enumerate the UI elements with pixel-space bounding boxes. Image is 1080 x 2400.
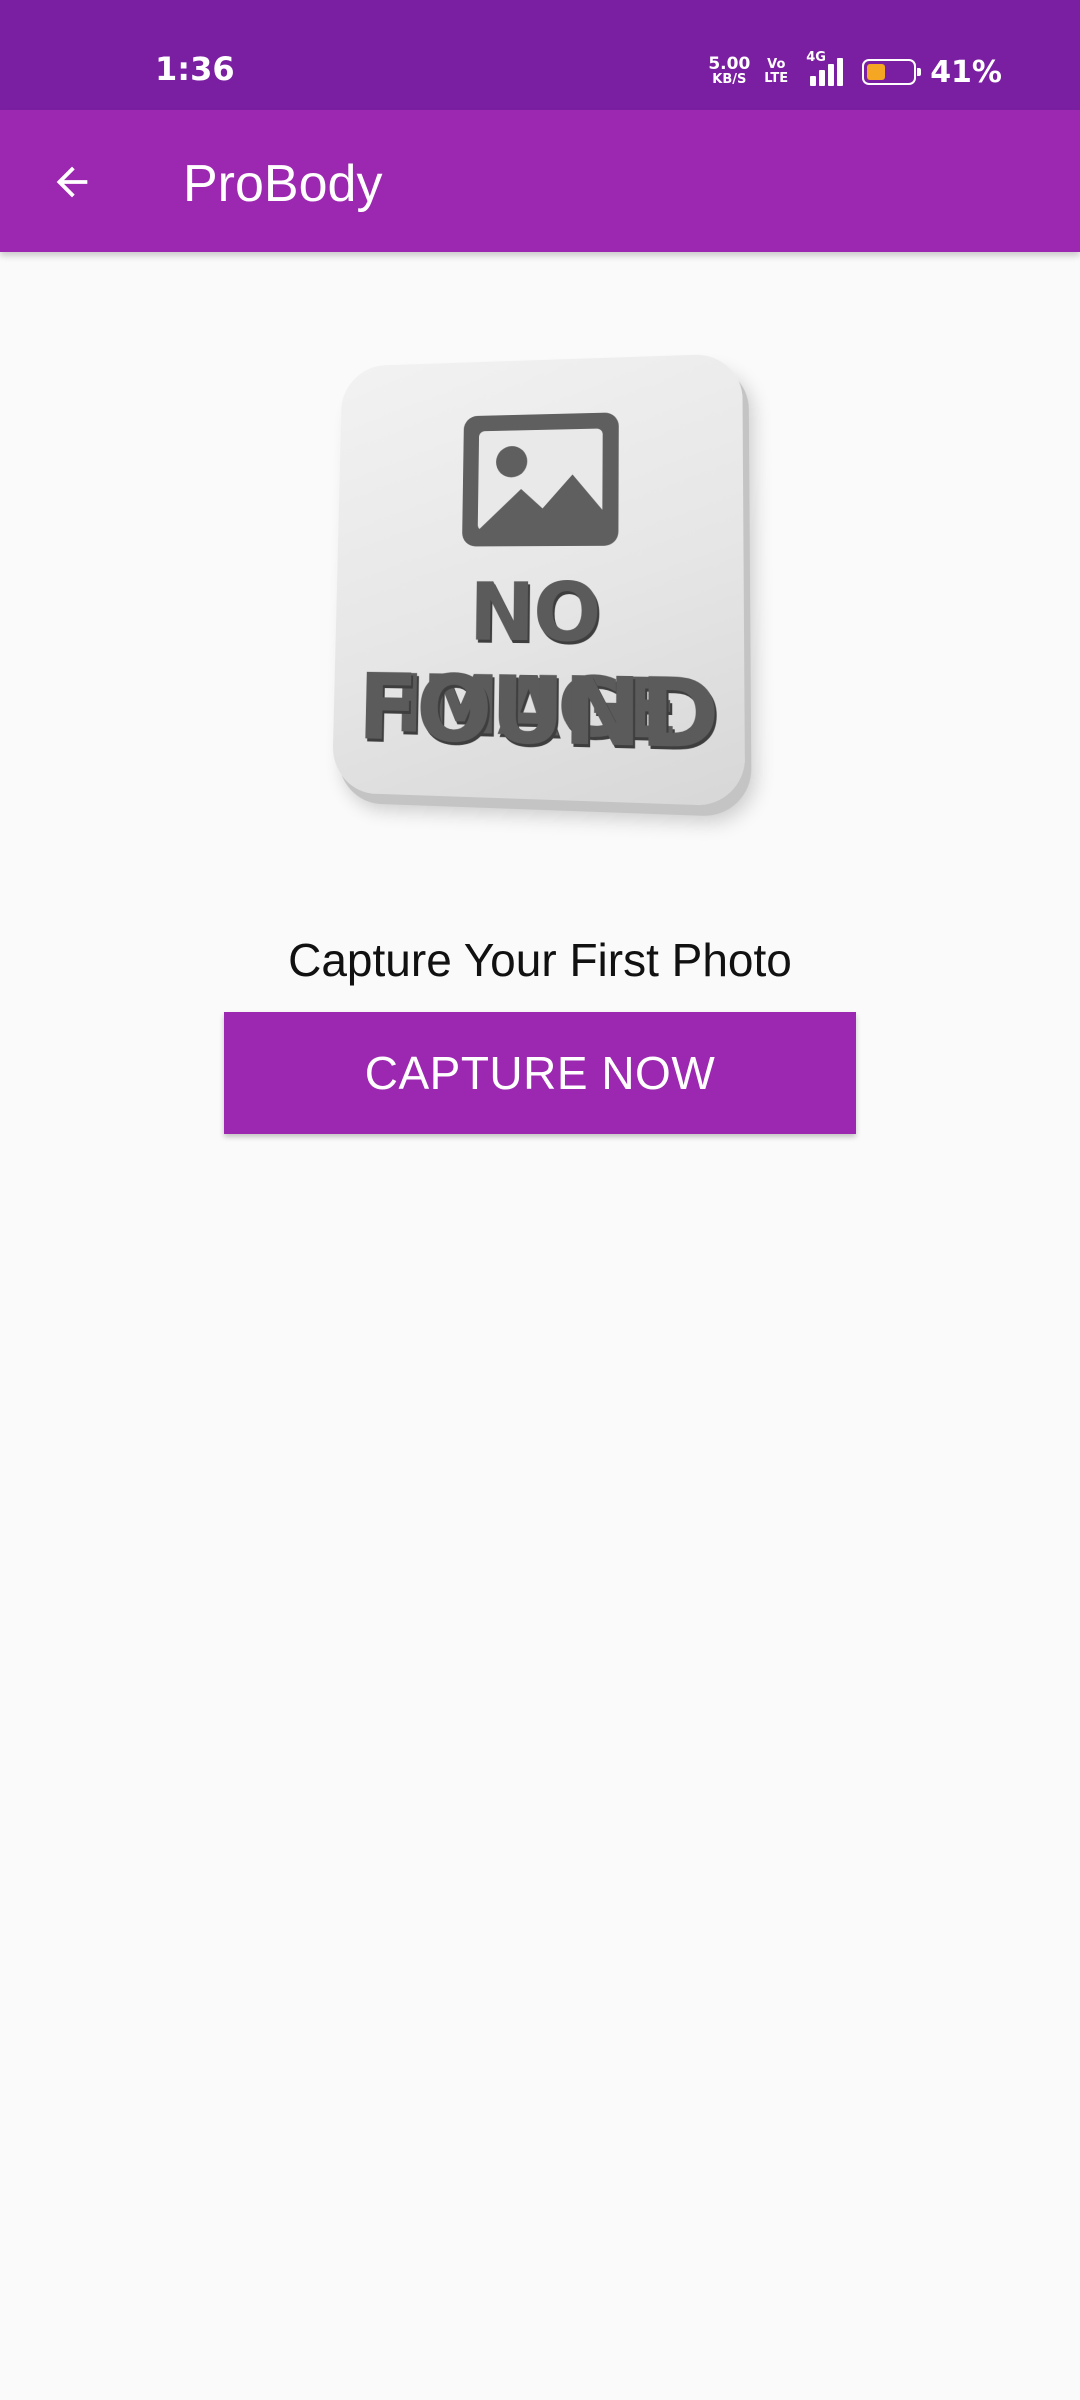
battery-fill: [867, 64, 886, 80]
signal-icon: 4G: [802, 50, 848, 90]
status-bar: 1:36 5.00 KB/S Vo LTE 4G 41%: [0, 0, 1080, 110]
volte-icon: Vo LTE: [764, 58, 788, 86]
no-image-line2: FOUND: [356, 654, 718, 771]
volte-bottom-label: LTE: [764, 71, 789, 86]
capture-now-button[interactable]: CAPTURE NOW: [224, 1012, 856, 1134]
no-image-card: NO IMAGE FOUND: [331, 353, 746, 807]
status-icons: 5.00 KB/S Vo LTE 4G 41%: [708, 50, 1002, 90]
network-speed-value: 5.00: [708, 54, 751, 74]
capture-caption: Capture Your First Photo: [288, 934, 792, 986]
back-button[interactable]: [30, 146, 114, 218]
network-type-label: 4G: [806, 50, 826, 65]
image-icon: [462, 412, 619, 547]
app-title: ProBody: [183, 155, 383, 213]
battery-icon: [862, 59, 922, 85]
network-speed-unit: KB/S: [712, 72, 747, 87]
battery-percent: 41%: [930, 54, 1002, 90]
status-time: 1:36: [155, 50, 235, 88]
volte-top-label: Vo: [767, 57, 786, 72]
arrow-left-icon: [56, 166, 88, 198]
app-bar: ProBody: [0, 110, 1080, 252]
no-image-placeholder: NO IMAGE FOUND: [315, 342, 765, 822]
network-speed: 5.00 KB/S: [708, 56, 750, 88]
